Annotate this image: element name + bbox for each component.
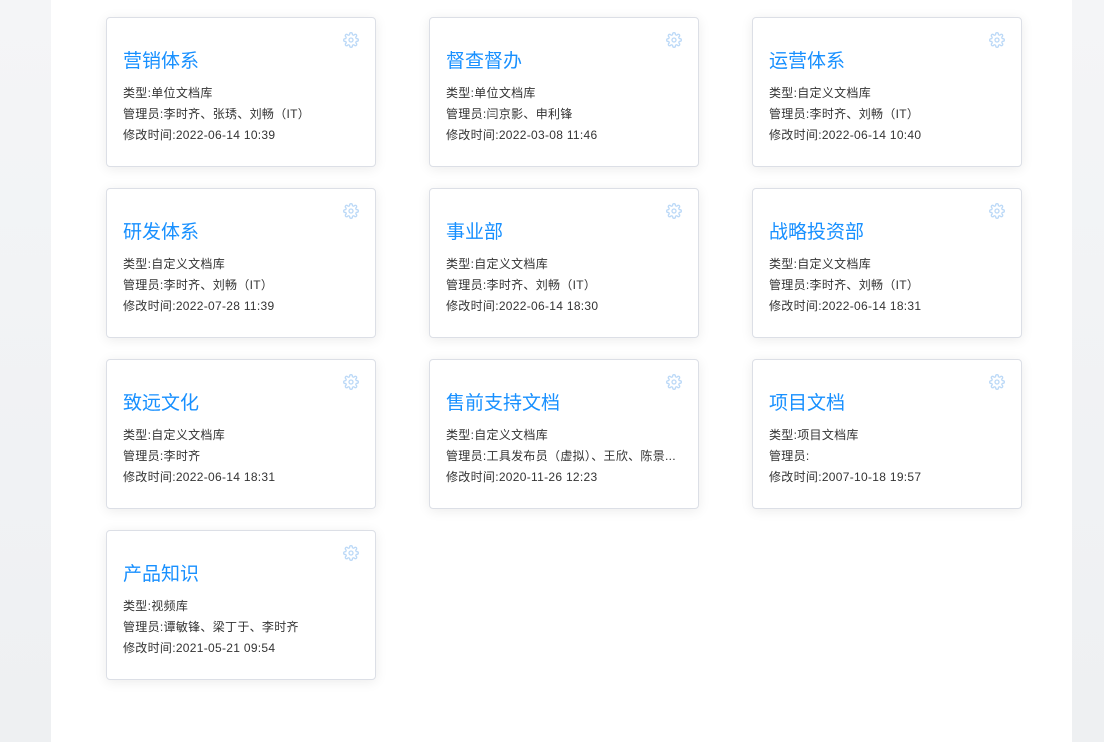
library-card[interactable]: 致远文化 类型:自定义文档库 管理员:李时齐 修改时间:2022-06-14 1… — [106, 359, 376, 509]
card-type: 类型:单位文档库 — [446, 86, 536, 100]
gear-icon[interactable] — [343, 545, 359, 561]
card-title[interactable]: 研发体系 — [123, 217, 199, 244]
library-card[interactable]: 事业部 类型:自定义文档库 管理员:李时齐、刘畅（IT） 修改时间:2022-0… — [429, 188, 699, 338]
card-title[interactable]: 致远文化 — [123, 388, 199, 415]
card-title[interactable]: 项目文档 — [769, 388, 845, 415]
card-modified: 修改时间:2022-06-14 18:31 — [123, 470, 276, 484]
card-admins: 管理员: — [769, 449, 810, 463]
gear-icon[interactable] — [343, 374, 359, 390]
card-modified: 修改时间:2022-06-14 18:30 — [446, 299, 599, 313]
library-card[interactable]: 战略投资部 类型:自定义文档库 管理员:李时齐、刘畅（IT） 修改时间:2022… — [752, 188, 1022, 338]
card-modified: 修改时间:2021-05-21 09:54 — [123, 641, 276, 655]
card-modified: 修改时间:2022-06-14 18:31 — [769, 299, 922, 313]
gear-icon[interactable] — [666, 374, 682, 390]
card-modified: 修改时间:2007-10-18 19:57 — [769, 470, 922, 484]
card-admins: 管理员:李时齐、张琇、刘畅（IT） — [123, 107, 311, 121]
card-modified: 修改时间:2022-03-08 11:46 — [446, 128, 598, 142]
card-admins: 管理员:谭敏锋、梁丁于、李时齐 — [123, 620, 299, 634]
gear-icon[interactable] — [989, 374, 1005, 390]
library-card[interactable]: 项目文档 类型:项目文档库 管理员: 修改时间:2007-10-18 19:57 — [752, 359, 1022, 509]
gear-icon[interactable] — [989, 32, 1005, 48]
card-type: 类型:项目文档库 — [769, 428, 859, 442]
card-type: 类型:视频库 — [123, 599, 189, 613]
card-modified: 修改时间:2020-11-26 12:23 — [446, 470, 598, 484]
card-type: 类型:自定义文档库 — [123, 428, 226, 442]
card-admins: 管理员:李时齐、刘畅（IT） — [123, 278, 274, 292]
library-grid: 营销体系 类型:单位文档库 管理员:李时齐、张琇、刘畅（IT） 修改时间:202… — [51, 0, 1072, 742]
library-card[interactable]: 运营体系 类型:自定义文档库 管理员:李时齐、刘畅（IT） 修改时间:2022-… — [752, 17, 1022, 167]
library-card[interactable]: 研发体系 类型:自定义文档库 管理员:李时齐、刘畅（IT） 修改时间:2022-… — [106, 188, 376, 338]
card-title[interactable]: 事业部 — [446, 217, 503, 244]
library-card[interactable]: 督查督办 类型:单位文档库 管理员:闫京影、申利锋 修改时间:2022-03-0… — [429, 17, 699, 167]
card-title[interactable]: 产品知识 — [123, 559, 199, 586]
card-type: 类型:自定义文档库 — [446, 428, 549, 442]
card-type: 类型:自定义文档库 — [446, 257, 549, 271]
card-type: 类型:自定义文档库 — [769, 86, 872, 100]
card-admins: 管理员:李时齐、刘畅（IT） — [769, 107, 920, 121]
card-modified: 修改时间:2022-06-14 10:39 — [123, 128, 276, 142]
card-modified: 修改时间:2022-07-28 11:39 — [123, 299, 275, 313]
card-type: 类型:自定义文档库 — [123, 257, 226, 271]
card-modified: 修改时间:2022-06-14 10:40 — [769, 128, 922, 142]
gear-icon[interactable] — [343, 203, 359, 219]
library-card[interactable]: 售前支持文档 类型:自定义文档库 管理员:工具发布员（虚拟）、王欣、陈景... … — [429, 359, 699, 509]
card-admins: 管理员:李时齐 — [123, 449, 201, 463]
gear-icon[interactable] — [666, 32, 682, 48]
card-admins: 管理员:工具发布员（虚拟）、王欣、陈景... — [446, 449, 676, 463]
gear-icon[interactable] — [666, 203, 682, 219]
card-type: 类型:单位文档库 — [123, 86, 213, 100]
gear-icon[interactable] — [989, 203, 1005, 219]
card-admins: 管理员:李时齐、刘畅（IT） — [769, 278, 920, 292]
card-title[interactable]: 营销体系 — [123, 46, 199, 73]
card-title[interactable]: 运营体系 — [769, 46, 845, 73]
library-card[interactable]: 产品知识 类型:视频库 管理员:谭敏锋、梁丁于、李时齐 修改时间:2021-05… — [106, 530, 376, 680]
card-admins: 管理员:闫京影、申利锋 — [446, 107, 573, 121]
card-title[interactable]: 战略投资部 — [769, 217, 864, 244]
library-card[interactable]: 营销体系 类型:单位文档库 管理员:李时齐、张琇、刘畅（IT） 修改时间:202… — [106, 17, 376, 167]
gear-icon[interactable] — [343, 32, 359, 48]
card-admins: 管理员:李时齐、刘畅（IT） — [446, 278, 597, 292]
card-title[interactable]: 督查督办 — [446, 46, 522, 73]
card-title[interactable]: 售前支持文档 — [446, 388, 560, 415]
card-type: 类型:自定义文档库 — [769, 257, 872, 271]
